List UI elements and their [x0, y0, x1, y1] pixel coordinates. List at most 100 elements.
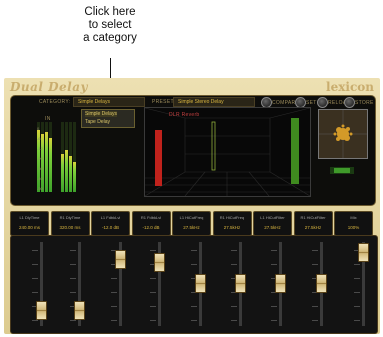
- fader-tick: [32, 264, 38, 265]
- fader-cap[interactable]: [316, 274, 327, 294]
- fader-cap[interactable]: [358, 243, 369, 263]
- param-value: 240.00 ms: [18, 225, 40, 230]
- meter-fill: [73, 162, 76, 192]
- fader-tick: [191, 264, 197, 265]
- param-box[interactable]: Mix 100%: [334, 211, 373, 236]
- fader-tick: [231, 320, 237, 321]
- fader-tick: [70, 278, 76, 279]
- callout-line-2: to select: [88, 19, 132, 31]
- fader-tick: [191, 320, 197, 321]
- store-knob[interactable]: [344, 97, 355, 108]
- stage-grid: [145, 108, 310, 196]
- param-value: 27.5kHz: [223, 225, 241, 230]
- fader-tick: [271, 264, 277, 265]
- fader-tick: [150, 278, 156, 279]
- param-box[interactable]: L1 HiCutFilter 27.5kHz: [253, 211, 292, 236]
- plugin-window: Dual Delay lexicon CATEGORY: Simple Dela…: [4, 78, 380, 334]
- param-box[interactable]: R1 FdbkLvl -12.0 dB: [131, 211, 171, 236]
- spectrum-plot: [318, 109, 368, 159]
- fader-tick: [231, 306, 237, 307]
- set-label: SET: [306, 100, 317, 106]
- right-delay-bar: [291, 118, 299, 184]
- fader-tick: [111, 306, 117, 307]
- param-value: -12.0 dB: [101, 225, 119, 230]
- meter-scale-0: 0: [37, 126, 40, 131]
- fader-tick: [271, 320, 277, 321]
- fader-tick: [312, 250, 318, 251]
- fader-tick: [271, 250, 277, 251]
- meter-fill: [69, 156, 72, 192]
- fader-tick: [191, 250, 197, 251]
- fader-tick: [150, 306, 156, 307]
- fader-tick: [231, 264, 237, 265]
- fader-cap[interactable]: [115, 250, 126, 270]
- meter-scale-1: -6: [37, 136, 41, 141]
- param-label: L1 FdbkLvl: [100, 215, 121, 220]
- meter-fill: [41, 134, 44, 192]
- param-label: L1 HiCutFilter: [260, 215, 285, 220]
- param-box[interactable]: R1 DlyTime 320.00 ms: [50, 211, 90, 236]
- param-box[interactable]: L1 HiCutFreq 27.5kHz: [172, 211, 211, 236]
- fader-cap[interactable]: [36, 300, 47, 320]
- fader-tick: [312, 320, 318, 321]
- param-label: L1 HiCutFreq: [179, 215, 204, 220]
- preset-label: PRESET:: [152, 99, 175, 105]
- preset-selector[interactable]: Simple Stereo Delay: [173, 97, 255, 107]
- phase-bar: [330, 167, 354, 174]
- param-box[interactable]: L1 FdbkLvl -12.0 dB: [91, 211, 130, 236]
- preset-value: Simple Stereo Delay: [178, 99, 224, 105]
- fader-tick: [231, 250, 237, 251]
- meter-fill: [61, 154, 64, 192]
- param-value: 27.5kHz: [183, 225, 200, 230]
- left-delay-bar: [155, 130, 162, 186]
- param-label: Mix: [350, 215, 357, 220]
- fader-tick: [354, 278, 360, 279]
- param-label: L1 DlyTime: [19, 215, 40, 220]
- fader-tick: [32, 278, 38, 279]
- fader-tick: [70, 320, 76, 321]
- category-value: Simple Delays: [78, 99, 110, 105]
- reload-knob[interactable]: [317, 97, 328, 108]
- fader-tick: [354, 306, 360, 307]
- delay-stage-view[interactable]: DLR Reverb: [144, 107, 311, 197]
- particle-cloud: [319, 110, 367, 158]
- fader-tick: [271, 306, 277, 307]
- fader-bank: [10, 235, 378, 334]
- meter-scale-4: -30: [37, 166, 43, 171]
- fader-tick: [70, 264, 76, 265]
- plugin-title: Dual Delay: [10, 80, 88, 94]
- fader-cap[interactable]: [235, 274, 246, 294]
- fader-cap[interactable]: [195, 274, 206, 294]
- fader-tick: [354, 320, 360, 321]
- category-label: CATEGORY:: [39, 99, 71, 105]
- param-box[interactable]: R1 HiCutFilter 27.5kHz: [293, 211, 333, 236]
- fader-tick: [150, 250, 156, 251]
- meter-scale-6: -50: [37, 186, 43, 191]
- dropdown-option-simple-delays[interactable]: Simple Delays: [85, 111, 117, 117]
- param-label: R1 FdbkLvl: [140, 215, 162, 220]
- dropdown-option-tape-delay[interactable]: Tape Delay: [85, 119, 110, 125]
- meter-fill: [49, 138, 52, 192]
- param-box[interactable]: L1 DlyTime 240.00 ms: [10, 211, 49, 236]
- meter-scale-2: -12: [37, 146, 43, 151]
- param-value: 27.5kHz: [264, 225, 281, 230]
- fader-tick: [70, 292, 76, 293]
- fader-cap[interactable]: [275, 274, 286, 294]
- main-display: CATEGORY: Simple Delays PRESET: Simple S…: [10, 95, 376, 206]
- phase-bar-fill: [334, 168, 350, 173]
- param-box[interactable]: R1 HiCutFreq 27.5kHz: [212, 211, 252, 236]
- param-value: 100%: [347, 225, 360, 230]
- callout-text: Click here to select a category: [62, 6, 158, 45]
- param-label: R1 HiCutFreq: [219, 215, 245, 220]
- fader-cap[interactable]: [74, 300, 85, 320]
- fader-tick: [32, 250, 38, 251]
- parameter-strip: L1 DlyTime 240.00 ms R1 DlyTime 320.00 ms L1…: [10, 211, 374, 236]
- fader-tick: [354, 292, 360, 293]
- category-selector[interactable]: Simple Delays: [73, 97, 145, 107]
- callout-line-1: Click here: [84, 6, 136, 18]
- param-value: 27.5kHz: [304, 225, 322, 230]
- param-label: R1 DlyTime: [59, 215, 81, 220]
- fader-cap[interactable]: [154, 252, 165, 272]
- meter-scale-3: -20: [37, 156, 43, 161]
- category-dropdown[interactable]: Simple Delays Tape Delay: [81, 109, 135, 128]
